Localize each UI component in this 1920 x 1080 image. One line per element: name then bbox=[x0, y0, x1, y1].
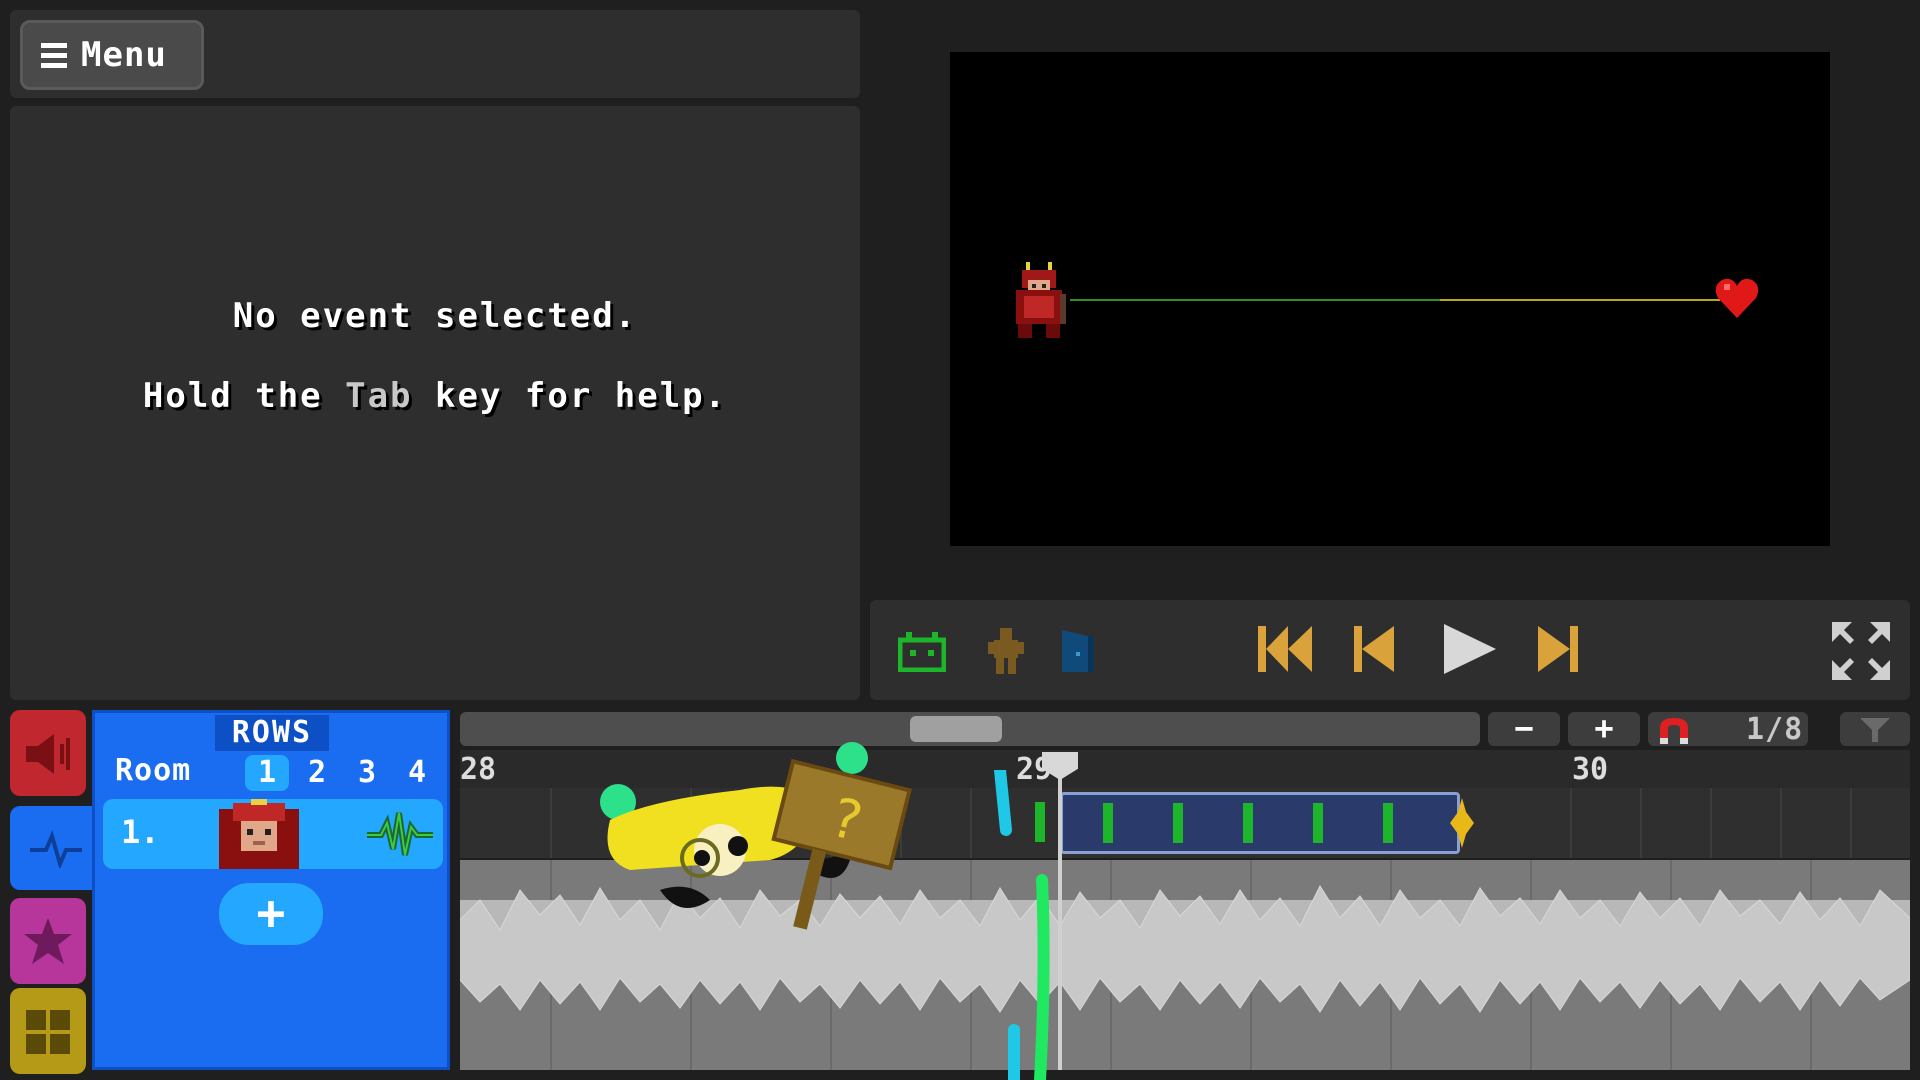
level-preview[interactable] bbox=[950, 52, 1830, 546]
heartbeat-icon bbox=[30, 830, 82, 868]
tab-decorations[interactable] bbox=[10, 988, 86, 1074]
classic-beat-event[interactable] bbox=[1060, 792, 1460, 854]
zoom-out-button[interactable]: − bbox=[1488, 712, 1560, 746]
star-icon bbox=[24, 918, 72, 964]
menu-button[interactable]: Menu bbox=[20, 20, 204, 90]
rows-title: ROWS bbox=[215, 715, 329, 751]
play-icon[interactable] bbox=[1444, 624, 1496, 674]
hit-marker-icon bbox=[1450, 798, 1474, 848]
playback-bar bbox=[870, 600, 1910, 700]
tab-sound[interactable] bbox=[10, 710, 86, 796]
samurai-portrait bbox=[219, 799, 299, 869]
step-back-icon[interactable] bbox=[1354, 626, 1394, 672]
beat-marker bbox=[1243, 803, 1253, 843]
bar-number-30: 30 bbox=[1572, 752, 1609, 787]
rows-panel: ROWS Room 1 2 3 4 1. + bbox=[92, 710, 450, 1070]
row-number: 1. bbox=[121, 813, 160, 851]
row-line-yellow bbox=[1440, 299, 1720, 301]
hamburger-icon bbox=[41, 42, 67, 68]
room-label: Room bbox=[115, 753, 192, 788]
zoom-in-button[interactable]: + bbox=[1568, 712, 1640, 746]
beat-marker bbox=[1313, 803, 1323, 843]
help-hint-suffix: key for help. bbox=[412, 376, 728, 416]
add-row-button[interactable]: + bbox=[219, 883, 323, 945]
room-tab-2[interactable]: 2 bbox=[295, 755, 339, 791]
room-tabs: 1 2 3 4 bbox=[245, 755, 439, 791]
mascot-sign-illustration: ? bbox=[600, 742, 912, 930]
grid-icon bbox=[26, 1010, 70, 1054]
row-line-green bbox=[1070, 299, 1440, 301]
fullscreen-icon[interactable] bbox=[1830, 620, 1892, 682]
help-hint: Hold the Tab key for help. bbox=[10, 376, 860, 416]
beat-marker bbox=[1383, 803, 1393, 843]
snap-value: 1/8 bbox=[1746, 712, 1804, 747]
timeline-scroll-thumb[interactable] bbox=[910, 716, 1002, 742]
row-item[interactable]: 1. bbox=[103, 799, 443, 869]
tab-effects[interactable] bbox=[10, 898, 86, 984]
heart-icon bbox=[1715, 278, 1759, 318]
skip-to-start-icon[interactable] bbox=[1258, 626, 1312, 672]
marker-strokes bbox=[994, 770, 1050, 1080]
player-figure-icon[interactable] bbox=[988, 628, 1024, 674]
beat-marker bbox=[1103, 803, 1113, 843]
tab-rows[interactable] bbox=[10, 806, 100, 890]
room-tab-1[interactable]: 1 bbox=[245, 755, 289, 791]
speaker-icon bbox=[26, 734, 70, 774]
robot-icon[interactable] bbox=[898, 632, 946, 672]
menu-bar: Menu bbox=[10, 10, 860, 98]
filter-icon bbox=[1860, 718, 1890, 742]
beat-wave-icon bbox=[367, 812, 433, 856]
menu-button-label: Menu bbox=[81, 35, 167, 75]
magnet-icon bbox=[1660, 718, 1688, 744]
tab-key-label: Tab bbox=[345, 376, 413, 416]
samurai-character bbox=[1016, 262, 1066, 338]
room-tab-4[interactable]: 4 bbox=[395, 755, 439, 791]
no-event-message: No event selected. bbox=[232, 296, 638, 336]
bar-number-28: 28 bbox=[460, 752, 497, 787]
inspector-panel: No event selected. Hold the Tab key for … bbox=[10, 106, 860, 700]
help-hint-prefix: Hold the bbox=[142, 376, 346, 416]
door-icon[interactable] bbox=[1058, 628, 1098, 674]
room-tab-3[interactable]: 3 bbox=[345, 755, 389, 791]
filter-button[interactable] bbox=[1840, 712, 1910, 746]
step-forward-icon[interactable] bbox=[1538, 626, 1578, 672]
beat-marker bbox=[1173, 803, 1183, 843]
